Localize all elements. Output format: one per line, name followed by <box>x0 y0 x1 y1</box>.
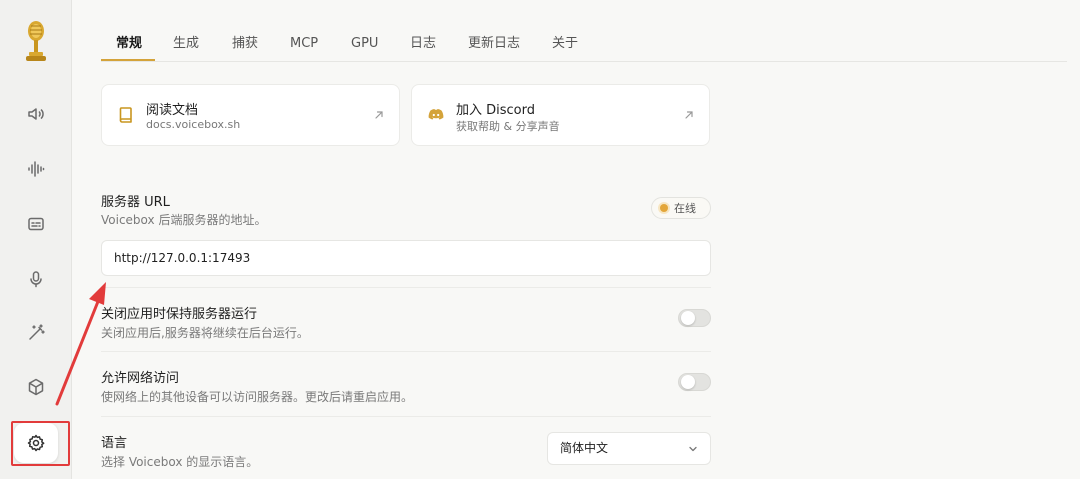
sidebar-item-settings[interactable] <box>14 423 58 463</box>
external-link-icon <box>375 111 383 119</box>
network-access-label: 允许网络访问 <box>101 371 180 386</box>
sidebar-item-waveform[interactable] <box>14 149 58 189</box>
language-select[interactable]: 简体中文 <box>547 432 711 465</box>
sidebar <box>0 0 72 479</box>
caption-icon <box>28 217 44 231</box>
sidebar-item-effects[interactable] <box>14 313 58 353</box>
tab-mcp[interactable]: MCP <box>290 34 318 62</box>
divider <box>101 416 711 417</box>
sidebar-item-captions[interactable] <box>14 204 58 244</box>
tab-general[interactable]: 常规 <box>116 34 142 62</box>
keep-running-description: 关闭应用后,服务器将继续在后台运行。 <box>101 326 309 340</box>
server-status-badge: 在线 <box>651 197 711 219</box>
tab-changelog[interactable]: 更新日志 <box>468 34 520 62</box>
external-link-icon <box>685 111 693 119</box>
server-url-input[interactable] <box>101 240 711 276</box>
server-status-text: 在线 <box>674 202 696 215</box>
toggle-knob <box>681 311 695 325</box>
tab-capture[interactable]: 捕获 <box>232 34 258 62</box>
microphone-logo-icon <box>26 21 46 61</box>
language-label: 语言 <box>101 436 128 451</box>
tab-logs[interactable]: 日志 <box>410 34 436 62</box>
docs-card-url: docs.voicebox.sh <box>146 118 241 131</box>
language-description: 选择 Voicebox 的显示语言。 <box>101 455 259 469</box>
sidebar-item-speaker[interactable] <box>14 94 58 134</box>
magic-wand-icon <box>29 324 45 340</box>
discord-card-title: 加入 Discord <box>456 103 535 118</box>
divider <box>101 351 711 352</box>
server-url-description: Voicebox 后端服务器的地址。 <box>101 213 267 227</box>
network-access-toggle[interactable] <box>678 373 711 391</box>
network-access-description: 使网络上的其他设备可以访问服务器。更改后请重启应用。 <box>101 390 414 404</box>
gear-icon <box>27 434 45 452</box>
microphone-icon <box>30 271 42 288</box>
chevron-down-icon <box>689 446 697 452</box>
discord-card-subtitle: 获取帮助 & 分享声音 <box>456 120 560 133</box>
toggle-knob <box>681 375 695 389</box>
server-url-label: 服务器 URL <box>101 195 170 210</box>
docs-card-title: 阅读文档 <box>146 103 199 118</box>
sidebar-item-models[interactable] <box>14 367 58 407</box>
settings-tabs: 常规 生成 捕获 MCP GPU 日志 更新日志 关于 <box>101 26 1067 62</box>
discord-card[interactable]: 加入 Discord 获取帮助 & 分享声音 <box>411 84 710 146</box>
cube-icon <box>28 378 44 396</box>
tab-generation[interactable]: 生成 <box>173 34 199 62</box>
docs-card[interactable]: 阅读文档 docs.voicebox.sh <box>101 84 400 146</box>
keep-running-label: 关闭应用时保持服务器运行 <box>101 307 258 322</box>
speaker-icon <box>28 108 44 120</box>
waveform-icon <box>28 161 45 177</box>
divider <box>101 287 711 288</box>
status-dot-icon <box>660 204 668 212</box>
keep-running-toggle[interactable] <box>678 309 711 327</box>
tab-about[interactable]: 关于 <box>552 34 578 62</box>
book-icon <box>119 107 132 123</box>
active-tab-indicator <box>101 59 155 61</box>
tab-gpu[interactable]: GPU <box>351 34 378 62</box>
language-selected-value: 简体中文 <box>560 441 609 455</box>
sidebar-item-microphone[interactable] <box>14 259 58 299</box>
discord-icon <box>428 109 444 120</box>
